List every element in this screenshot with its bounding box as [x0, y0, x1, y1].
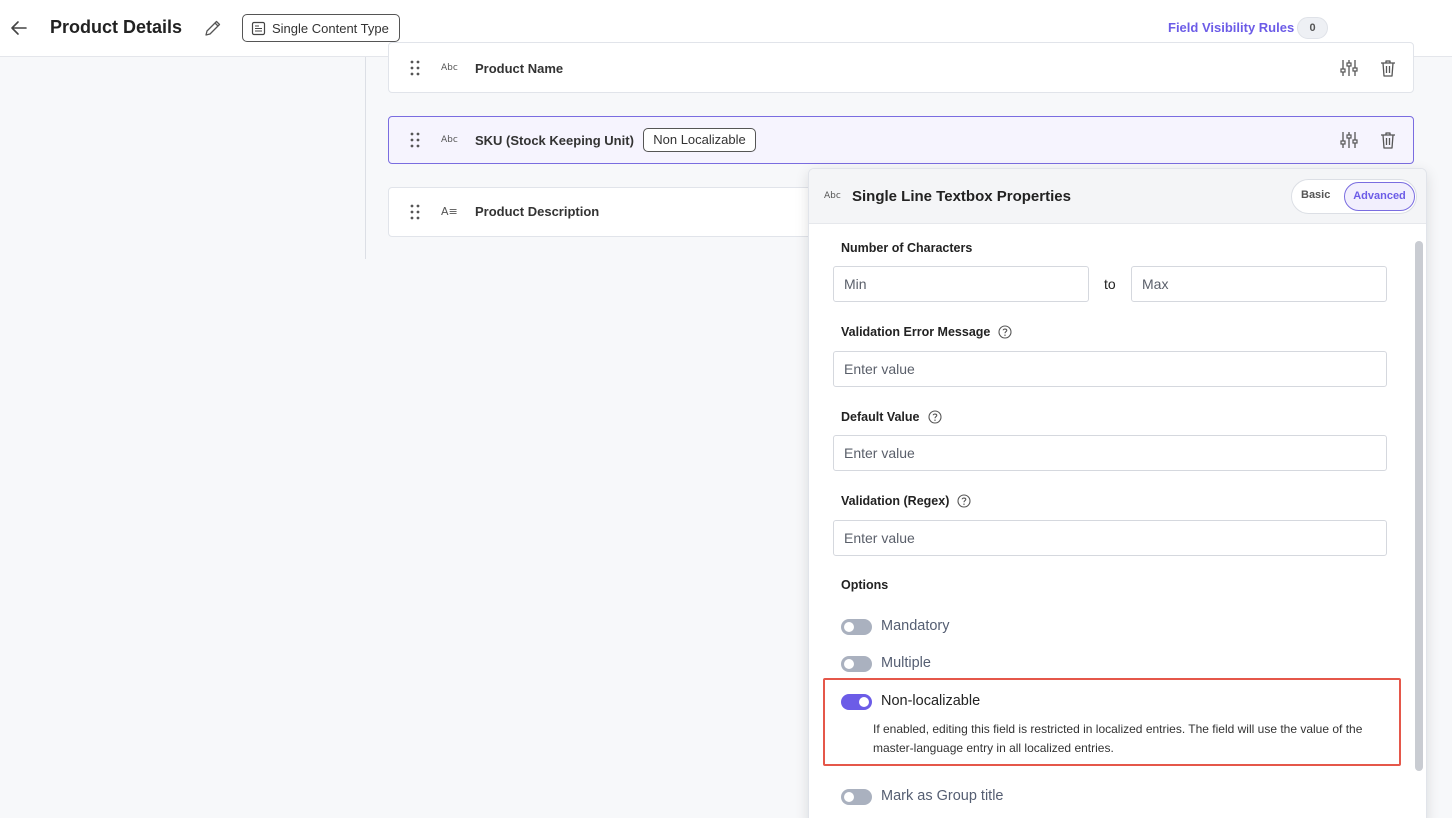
properties-header: Abc Single Line Textbox Properties Basic… — [809, 169, 1426, 224]
tab-basic[interactable]: Basic — [1301, 189, 1330, 201]
trash-icon[interactable] — [1378, 130, 1398, 150]
max-chars-input[interactable] — [1131, 266, 1387, 302]
content-type-chip[interactable]: Single Content Type — [242, 14, 400, 42]
tab-advanced[interactable]: Advanced — [1344, 182, 1415, 211]
regex-label: Validation (Regex) — [841, 494, 971, 508]
field-visibility-count-badge: 0 — [1297, 17, 1328, 39]
min-chars-input[interactable] — [833, 266, 1089, 302]
mandatory-toggle[interactable] — [841, 619, 872, 635]
non-localizable-description: If enabled, editing this field is restri… — [873, 722, 1363, 755]
regex-text: Validation (Regex) — [841, 494, 950, 508]
drag-handle-icon[interactable] — [409, 60, 421, 76]
help-icon[interactable] — [927, 410, 942, 424]
number-of-characters-text: Number of Characters — [841, 241, 973, 255]
properties-panel: Abc Single Line Textbox Properties Basic… — [808, 168, 1427, 818]
non-localizable-label: Non-localizable — [881, 693, 981, 709]
mandatory-label: Mandatory — [881, 618, 950, 634]
left-panel-divider — [365, 57, 366, 259]
multiple-toggle[interactable] — [841, 656, 872, 672]
back-arrow-icon[interactable] — [8, 17, 30, 39]
text-type-icon: Abc — [441, 135, 458, 145]
content-type-icon — [251, 21, 266, 35]
help-icon[interactable] — [957, 494, 971, 508]
non-localizable-toggle[interactable] — [841, 694, 872, 710]
drag-handle-icon[interactable] — [409, 204, 421, 220]
validation-error-input[interactable] — [833, 351, 1387, 387]
text-type-icon: Abc — [441, 63, 458, 73]
mark-group-title-toggle[interactable] — [841, 789, 872, 805]
field-row-sku[interactable]: Abc SKU (Stock Keeping Unit) Non Localiz… — [388, 116, 1414, 164]
pencil-edit-icon[interactable] — [203, 18, 223, 38]
scrollbar[interactable] — [1415, 241, 1423, 771]
text-type-icon: Abc — [824, 191, 841, 201]
validation-error-text: Validation Error Message — [841, 325, 991, 339]
multiline-type-icon: A≡ — [441, 205, 458, 218]
settings-sliders-icon[interactable] — [1339, 130, 1359, 150]
regex-input[interactable] — [833, 520, 1387, 556]
multiple-label: Multiple — [881, 655, 931, 671]
default-value-label: Default Value — [841, 410, 942, 424]
trash-icon[interactable] — [1378, 58, 1398, 78]
field-label: SKU (Stock Keeping Unit) — [475, 133, 634, 148]
page-title: Product Details — [50, 17, 183, 37]
field-label: Product Name — [475, 61, 564, 76]
non-localizable-badge: Non Localizable — [643, 128, 756, 152]
options-label: Options — [841, 578, 888, 592]
settings-sliders-icon[interactable] — [1339, 58, 1359, 78]
basic-advanced-toggle: Basic Advanced — [1291, 179, 1417, 214]
default-value-input[interactable] — [833, 435, 1387, 471]
content-type-label: Single Content Type — [272, 20, 389, 36]
to-label: to — [1104, 276, 1116, 292]
validation-error-label: Validation Error Message — [841, 325, 1012, 339]
mark-group-title-label: Mark as Group title — [881, 788, 1004, 804]
drag-handle-icon[interactable] — [409, 132, 421, 148]
field-row-product-name[interactable]: Abc Product Name — [388, 42, 1414, 93]
options-text: Options — [841, 578, 889, 592]
default-value-text: Default Value — [841, 410, 920, 424]
field-visibility-rules-link[interactable]: Field Visibility Rules — [1168, 20, 1294, 35]
help-icon[interactable] — [998, 325, 1012, 339]
properties-title: Single Line Textbox Properties — [852, 188, 1071, 205]
number-of-characters-label: Number of Characters — [841, 241, 972, 255]
field-label: Product Description — [475, 204, 600, 219]
